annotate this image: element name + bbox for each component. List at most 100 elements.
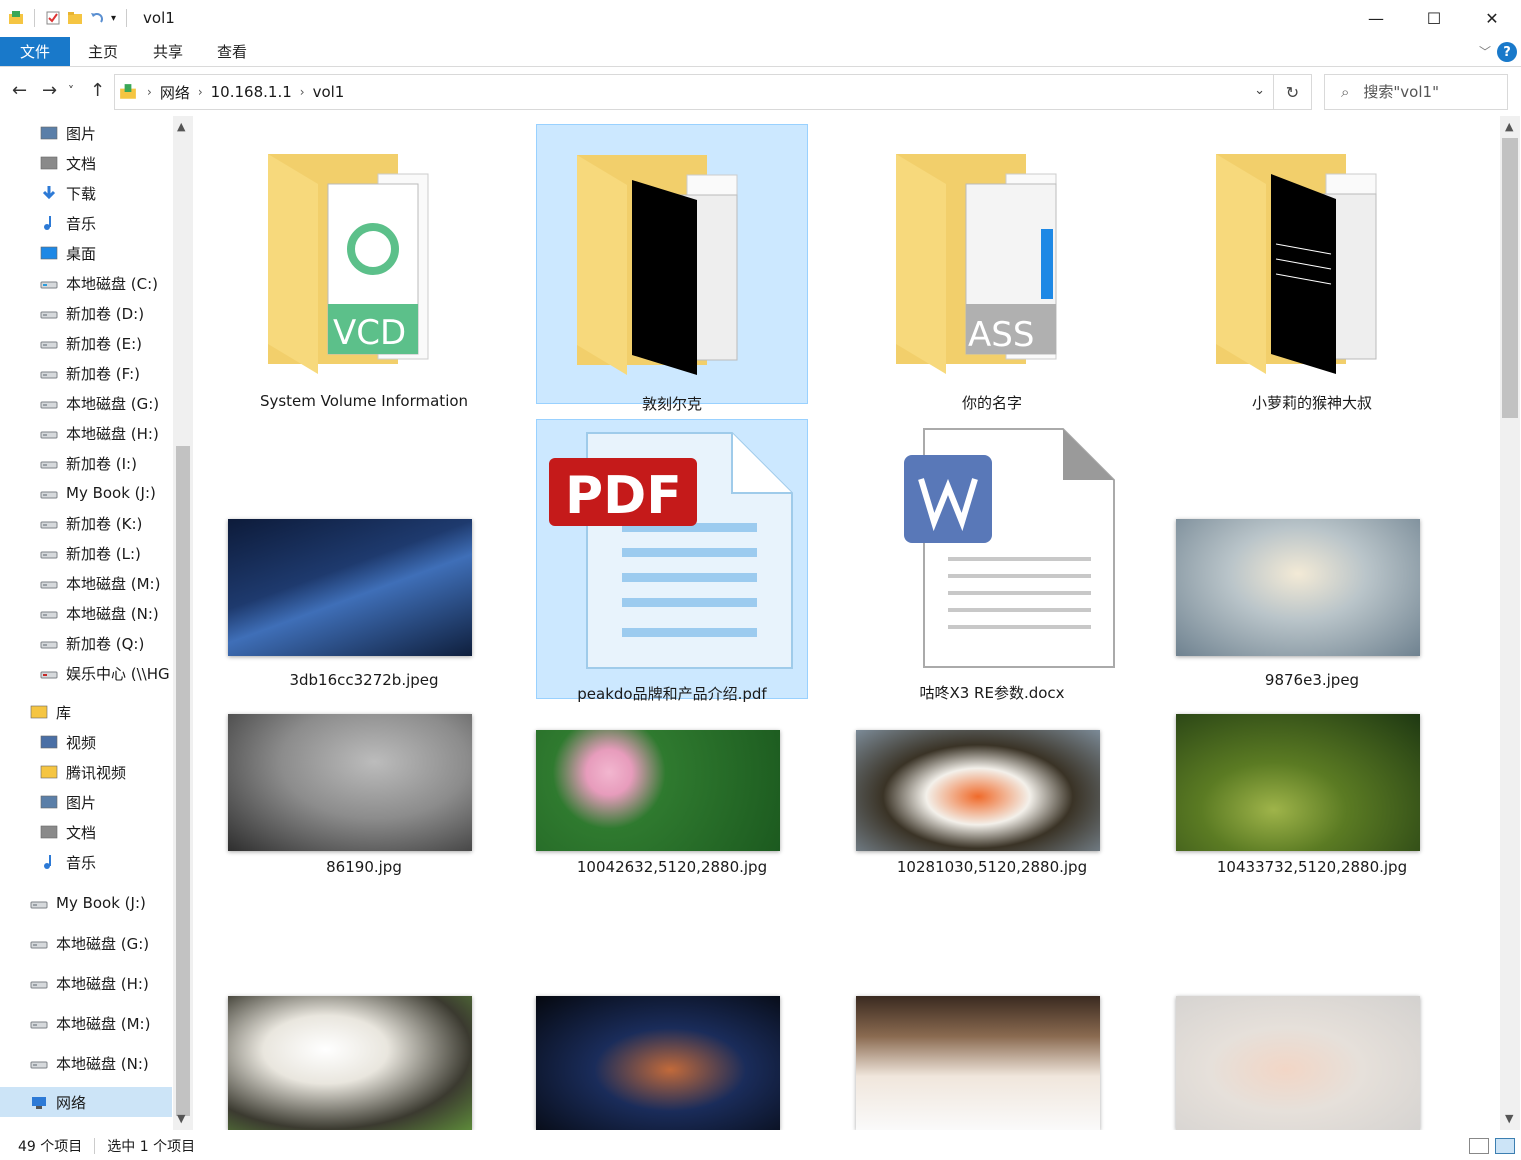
scroll-up-arrow[interactable]: ▲	[1505, 120, 1513, 133]
file-item[interactable]	[856, 988, 1128, 1130]
sidebar-item[interactable]: 本地磁盘 (G:)	[30, 928, 172, 958]
sidebar-item[interactable]: 本地磁盘 (G:)	[40, 388, 172, 418]
sidebar-item[interactable]: 音乐	[40, 208, 172, 238]
sidebar-item[interactable]: 图片	[40, 118, 172, 148]
back-button[interactable]: ←	[12, 80, 27, 101]
close-button[interactable]: ✕	[1463, 0, 1521, 36]
scroll-down-arrow[interactable]: ▼	[177, 1112, 185, 1125]
sidebar-item[interactable]: 本地磁盘 (M:)	[30, 1008, 172, 1038]
sidebar-item[interactable]: 新加卷 (I:)	[40, 448, 172, 478]
help-icon[interactable]: ?	[1497, 42, 1517, 62]
breadcrumb-separator[interactable]: ›	[198, 85, 203, 99]
properties-icon[interactable]	[45, 10, 61, 26]
file-item[interactable]	[228, 988, 500, 1130]
large-icons-view-icon[interactable]	[1495, 1138, 1515, 1154]
sidebar-item[interactable]: 本地磁盘 (H:)	[40, 418, 172, 448]
file-item[interactable]: PDF peakdo品牌和产品介绍.pdf	[536, 419, 808, 703]
tab-view[interactable]: 查看	[207, 37, 257, 66]
tab-file[interactable]: 文件	[0, 37, 70, 66]
search-input[interactable]	[1363, 83, 1484, 101]
tab-home[interactable]: 主页	[78, 37, 128, 66]
image-thumbnail	[856, 996, 1100, 1130]
quick-access-toolbar: ▾ vol1	[0, 0, 175, 36]
scrollbar-thumb[interactable]	[176, 446, 190, 1116]
file-item[interactable]: 9876e3.jpeg	[1176, 419, 1448, 699]
search-box[interactable]: ⌕	[1324, 74, 1508, 110]
sidebar-item[interactable]: My Book (J:)	[40, 478, 172, 508]
folder-item[interactable]: ASS 你的名字	[856, 124, 1128, 412]
file-name-label: 3db16cc3272b.jpeg	[289, 671, 439, 689]
breadcrumb-vol1[interactable]: vol1	[313, 83, 345, 101]
file-item[interactable]: 10281030,5120,2880.jpg	[856, 706, 1128, 896]
undo-icon[interactable]	[89, 10, 105, 26]
sidebar-item[interactable]: 本地磁盘 (N:)	[30, 1048, 172, 1078]
sidebar-item[interactable]: 本地磁盘 (M:)	[40, 568, 172, 598]
breadcrumb-host[interactable]: 10.168.1.1	[211, 83, 292, 101]
forward-button[interactable]: →	[42, 80, 57, 101]
tab-share[interactable]: 共享	[143, 37, 193, 66]
sidebar-item[interactable]: 文档	[40, 148, 172, 178]
recent-locations-button[interactable]: ˅	[68, 84, 74, 98]
sidebar-item[interactable]: 网络	[0, 1087, 172, 1117]
file-item[interactable]: 咕咚X3 RE参数.docx	[856, 419, 1128, 702]
up-button[interactable]: ↑	[90, 80, 105, 101]
file-item[interactable]: 10042632,5120,2880.jpg	[536, 706, 808, 896]
file-item[interactable]: 3db16cc3272b.jpeg	[228, 419, 500, 699]
documents-icon	[40, 824, 58, 840]
folder-item[interactable]: VCD System Volume Information	[228, 124, 500, 410]
sidebar-item[interactable]: 本地磁盘 (H:)	[30, 968, 172, 998]
sidebar-item-label: 下载	[66, 184, 97, 203]
word-document-icon	[896, 427, 1116, 672]
sidebar-item[interactable]: 本地磁盘 (N:)	[40, 598, 172, 628]
sidebar-item[interactable]: 音乐	[40, 847, 172, 877]
folder-item[interactable]: 敦刻尔克	[536, 124, 808, 413]
sidebar-item[interactable]: 新加卷 (Q:)	[40, 628, 172, 658]
breadcrumb-separator[interactable]: ›	[147, 85, 152, 99]
address-history-dropdown[interactable]: ⌄	[1254, 83, 1265, 98]
maximize-button[interactable]: ☐	[1405, 0, 1463, 36]
sidebar-item[interactable]: 娱乐中心 (\\HG	[40, 658, 172, 688]
file-name-label: 9876e3.jpeg	[1264, 671, 1360, 689]
toolbar-divider	[126, 9, 128, 27]
sidebar-item-label: 新加卷 (D:)	[66, 304, 145, 323]
expand-ribbon-icon[interactable]: ﹀	[1479, 43, 1491, 60]
sidebar-item[interactable]: 腾讯视频	[40, 757, 172, 787]
sidebar-item[interactable]: 新加卷 (E:)	[40, 328, 172, 358]
breadcrumb-separator[interactable]: ›	[300, 85, 305, 99]
sidebar-item[interactable]: 新加卷 (L:)	[40, 538, 172, 568]
scroll-up-arrow[interactable]: ▲	[177, 120, 185, 133]
sidebar-item[interactable]: 新加卷 (D:)	[40, 298, 172, 328]
sidebar-item[interactable]: 桌面	[40, 238, 172, 268]
sidebar-item[interactable]: 文档	[40, 817, 172, 847]
breadcrumb-network[interactable]: 网络	[160, 82, 190, 103]
scrollbar-thumb[interactable]	[1502, 138, 1518, 418]
details-view-icon[interactable]	[1469, 1138, 1489, 1154]
folder-item[interactable]: 小萝莉的猴神大叔	[1176, 124, 1448, 412]
file-item[interactable]	[1176, 988, 1448, 1130]
sidebar-item-label: 本地磁盘 (H:)	[56, 974, 149, 993]
refresh-button[interactable]: ↻	[1273, 75, 1311, 109]
customize-toolbar-icon[interactable]: ▾	[111, 13, 116, 24]
drive-icon	[40, 395, 58, 411]
sidebar-item[interactable]: 新加卷 (K:)	[40, 508, 172, 538]
sidebar-item[interactable]: 视频	[40, 727, 172, 757]
sidebar-item[interactable]: 本地磁盘 (C:)	[40, 268, 172, 298]
file-item[interactable]: 10433732,5120,2880.jpg	[1176, 706, 1448, 896]
file-view-scrollbar[interactable]: ▲ ▼	[1500, 116, 1520, 1130]
scroll-down-arrow[interactable]: ▼	[1505, 1112, 1513, 1125]
sidebar-item[interactable]: 新加卷 (F:)	[40, 358, 172, 388]
music-icon	[40, 215, 58, 231]
sidebar-item[interactable]: 下载	[40, 178, 172, 208]
sidebar-item[interactable]: My Book (J:)	[30, 888, 172, 918]
file-item[interactable]: 86190.jpg	[228, 706, 500, 896]
sidebar-item[interactable]: 图片	[40, 787, 172, 817]
sidebar-item-label: 新加卷 (K:)	[66, 514, 143, 533]
sidebar-item[interactable]: 库	[30, 697, 172, 727]
minimize-button[interactable]: —	[1347, 0, 1405, 36]
drive-icon	[40, 305, 58, 321]
address-bar[interactable]: › 网络 › 10.168.1.1 › vol1 ⌄ ↻	[114, 74, 1312, 110]
network-icon	[30, 1094, 48, 1110]
navigation-pane-scrollbar[interactable]: ▲ ▼	[173, 116, 193, 1130]
new-folder-icon[interactable]	[67, 10, 83, 26]
file-item[interactable]	[536, 988, 808, 1130]
